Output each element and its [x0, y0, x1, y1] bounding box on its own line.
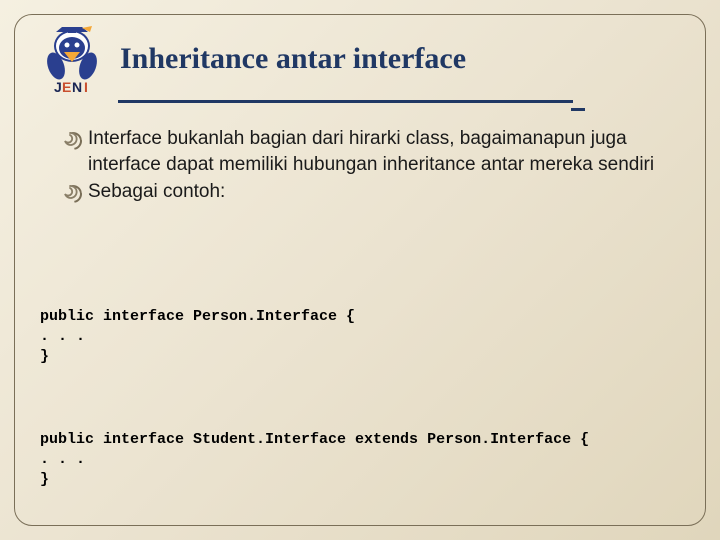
title-divider: [118, 100, 573, 103]
svg-text:N: N: [72, 79, 82, 95]
bullet-icon: [62, 131, 78, 147]
jeni-logo: J E N I: [38, 24, 108, 102]
svg-text:E: E: [62, 79, 71, 95]
code-block: public interface Person.Interface { . . …: [40, 307, 690, 368]
slide-title: Inheritance antar interface: [120, 42, 466, 76]
svg-text:J: J: [54, 79, 62, 95]
bullet-text: Interface bukanlah bagian dari hirarki c…: [88, 128, 654, 175]
bullet-icon: [62, 184, 78, 200]
bullet-item: Sebagai contoh:: [60, 179, 674, 205]
bullet-item: Interface bukanlah bagian dari hirarki c…: [60, 126, 674, 177]
code-block: public interface Student.Interface exten…: [40, 430, 690, 491]
content-area: Interface bukanlah bagian dari hirarki c…: [60, 126, 674, 207]
bullet-text: Sebagai contoh:: [88, 181, 225, 202]
svg-text:I: I: [84, 79, 88, 95]
code-area: public interface Person.Interface { . . …: [40, 266, 690, 533]
